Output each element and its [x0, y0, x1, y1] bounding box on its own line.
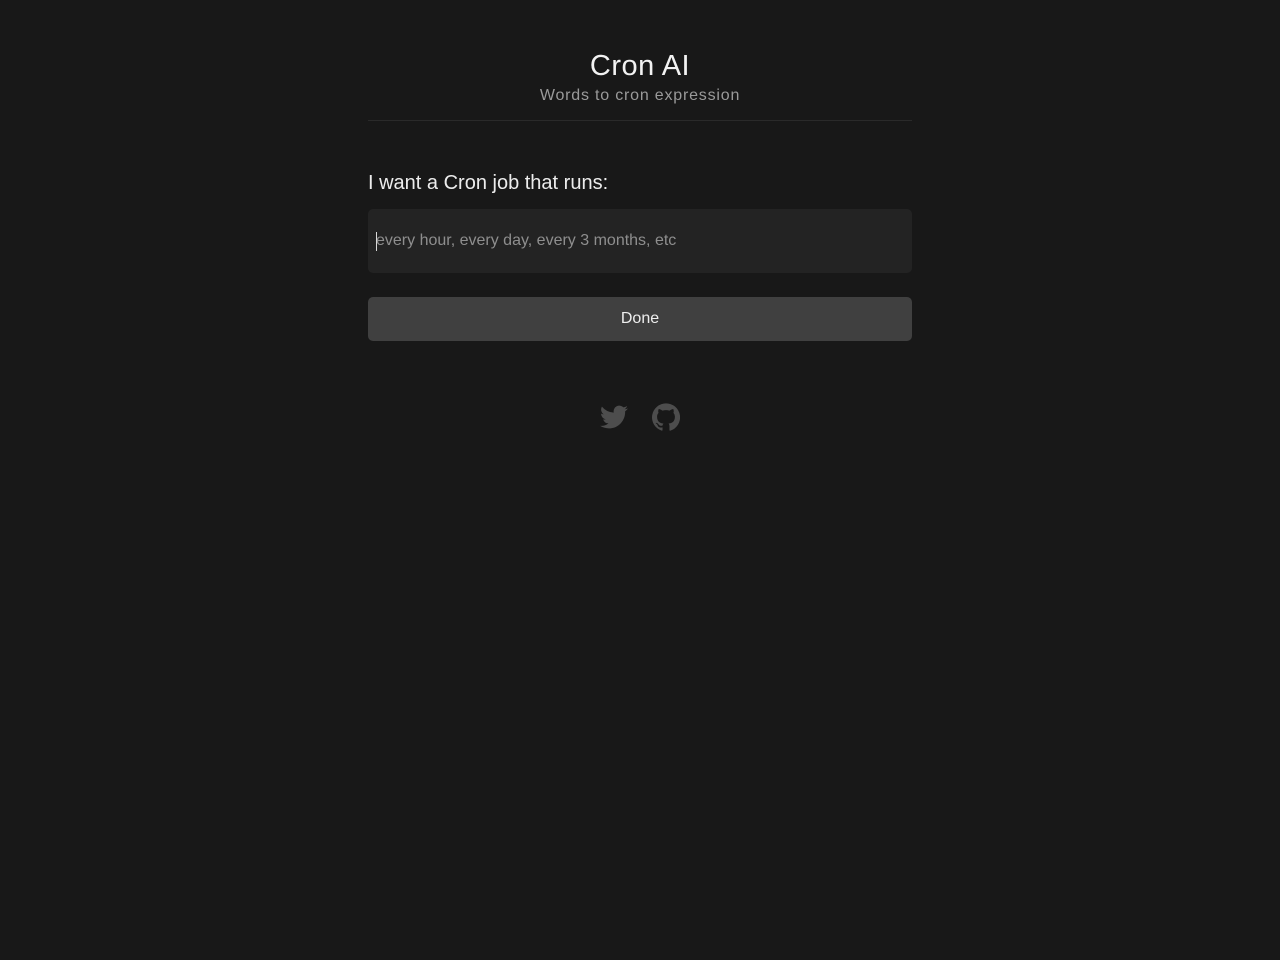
page-subtitle: Words to cron expression	[539, 87, 741, 104]
cron-description-input[interactable]	[368, 209, 912, 273]
twitter-icon	[600, 405, 628, 429]
done-button[interactable]: Done	[368, 297, 912, 341]
cron-prompt-label: I want a Cron job that runs:	[368, 172, 609, 194]
cron-input-container	[368, 209, 912, 273]
github-link[interactable]	[652, 403, 680, 431]
main-container: Cron AI Words to cron expression I want …	[368, 0, 912, 341]
header: Cron AI Words to cron expression	[368, 0, 912, 121]
text-cursor	[376, 232, 377, 251]
github-icon	[652, 403, 680, 431]
page-title: Cron AI	[589, 50, 691, 82]
page: Cron AI Words to cron expression I want …	[0, 0, 1280, 960]
twitter-link[interactable]	[600, 403, 628, 431]
social-links	[600, 403, 680, 431]
